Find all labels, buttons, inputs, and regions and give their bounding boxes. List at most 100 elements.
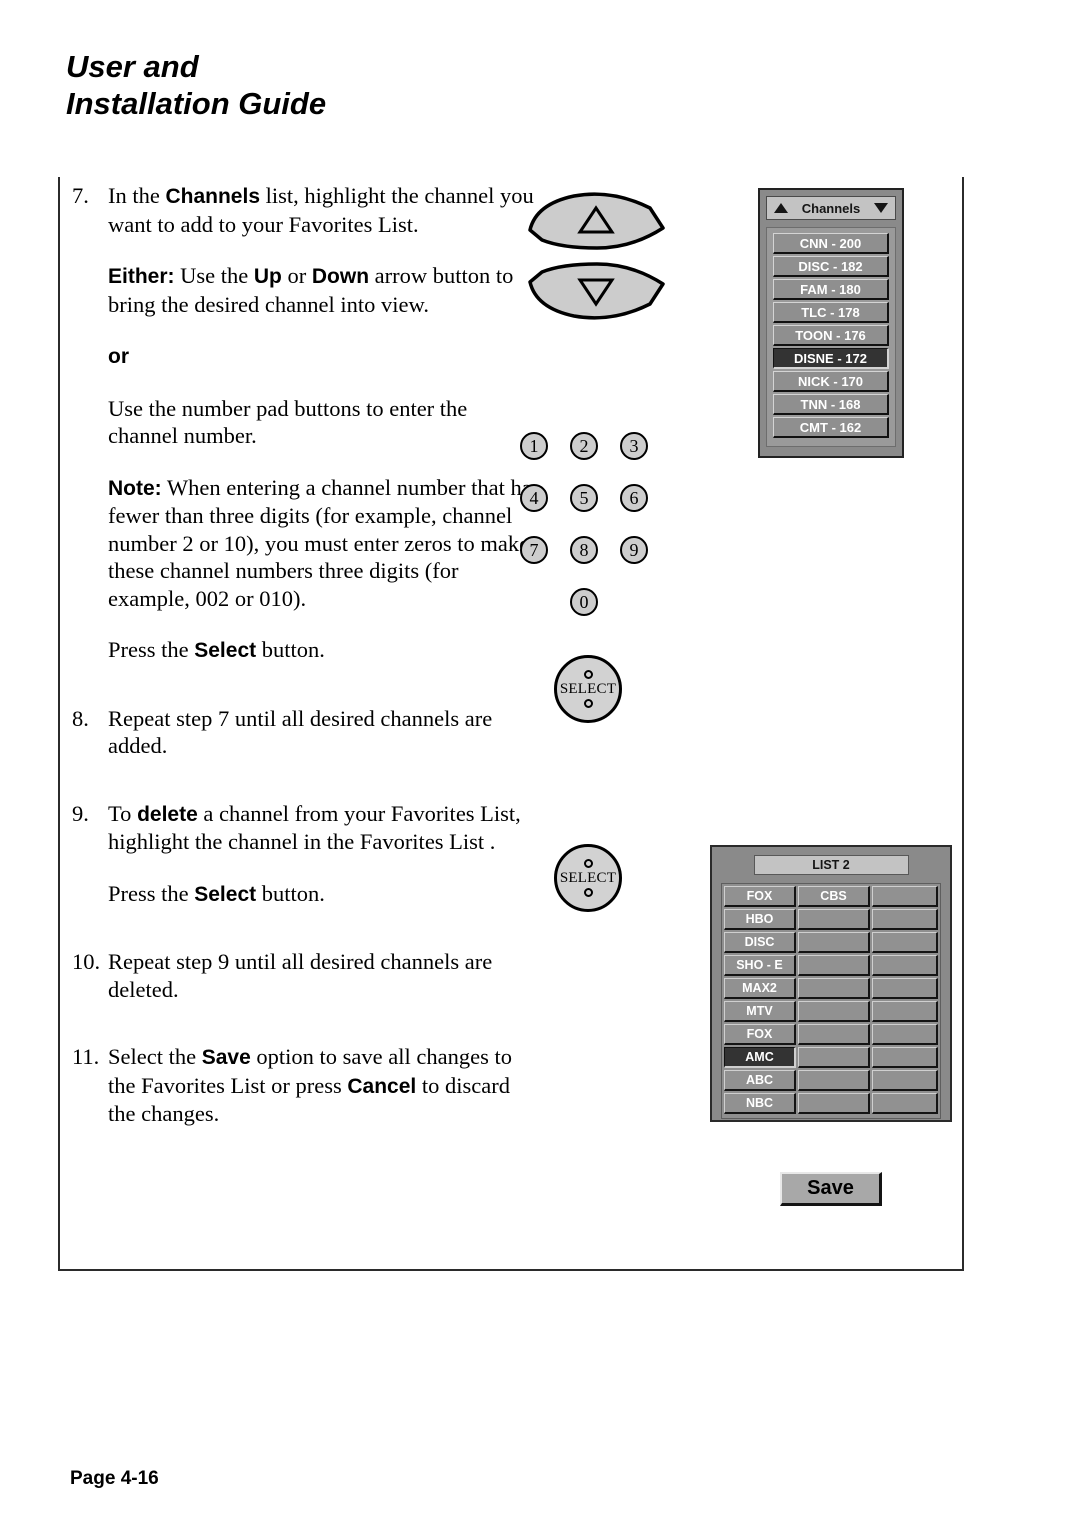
emphasized-term: Up	[253, 265, 282, 288]
emphasized-term: Down	[311, 265, 370, 288]
channel-list-item[interactable]: TOON - 176	[773, 325, 889, 346]
body-text: Repeat step 7 until all desired channels…	[108, 705, 493, 759]
favorites-empty-cell[interactable]	[872, 886, 938, 907]
numpad-row: 456	[520, 484, 670, 512]
numpad-key-9[interactable]: 9	[620, 536, 648, 564]
channel-list-item[interactable]: TNN - 168	[773, 394, 889, 415]
step-8: 8. Repeat step 7 until all desired channe…	[72, 705, 542, 760]
numpad-key-7[interactable]: 7	[520, 536, 548, 564]
favorites-empty-cell[interactable]	[798, 932, 870, 953]
favorites-channel-cell[interactable]: FOX	[724, 886, 796, 907]
step-text: Repeat step 9 until all desired channels…	[108, 948, 542, 1003]
favorites-row: FOX	[724, 1024, 938, 1045]
channel-list-item[interactable]: CNN - 200	[773, 233, 889, 254]
favorites-empty-cell[interactable]	[872, 909, 938, 930]
emphasized-term: delete	[137, 802, 198, 826]
instruction-steps-list: 7. In the Channels list, highlight the ch…	[72, 182, 542, 1168]
step-text: Repeat step 7 until all desired channels…	[108, 705, 542, 760]
select-button-dot-top	[583, 859, 593, 868]
favorites-empty-cell[interactable]: CBS	[798, 886, 870, 907]
emphasized-term: Cancel	[347, 1074, 417, 1098]
favorites-empty-cell[interactable]	[872, 932, 938, 953]
save-button[interactable]: Save	[780, 1172, 882, 1206]
favorites-empty-cell[interactable]	[798, 1093, 870, 1114]
favorites-empty-cell[interactable]	[798, 955, 870, 976]
step-number	[72, 880, 108, 909]
favorites-list-grid: FOX CBS HBO DISC SHO - E MAX2 MTV FOX AMC ABC NBC	[721, 883, 941, 1119]
up-down-arrow-buttons[interactable]	[522, 190, 672, 322]
body-text: button.	[256, 637, 325, 662]
favorites-empty-cell[interactable]	[872, 955, 938, 976]
favorites-row: FOX CBS	[724, 886, 938, 907]
scroll-up-icon[interactable]	[774, 203, 788, 213]
select-button-label: SELECT	[559, 870, 617, 886]
favorites-empty-cell[interactable]	[798, 909, 870, 930]
step-number: 8.	[72, 705, 89, 731]
numpad-key-3[interactable]: 3	[620, 432, 648, 460]
channel-list-item[interactable]: TLC - 178	[773, 302, 889, 323]
step-text: In the Channels list, highlight the chan…	[108, 182, 542, 238]
select-button-primary[interactable]: SELECT	[554, 655, 622, 723]
numpad-key-1[interactable]: 1	[520, 432, 548, 460]
document-title: User and Installation Guide	[66, 48, 326, 122]
favorites-empty-cell[interactable]	[872, 1047, 938, 1068]
emphasized-term: Select	[194, 639, 257, 662]
step-7: 7. In the Channels list, highlight the ch…	[72, 182, 542, 238]
channel-list-item[interactable]: FAM - 180	[773, 279, 889, 300]
favorites-empty-cell[interactable]	[798, 1070, 870, 1091]
numpad-row: 123	[520, 432, 670, 460]
step-number: 10.	[72, 949, 101, 974]
favorites-channel-cell[interactable]: AMC	[724, 1047, 796, 1068]
channel-list-item[interactable]: CMT - 162	[773, 417, 889, 438]
channel-list-item[interactable]: NICK - 170	[773, 371, 889, 392]
favorites-channel-cell[interactable]: ABC	[724, 1070, 796, 1091]
body-text: Press the	[108, 880, 195, 906]
favorites-empty-cell[interactable]	[872, 978, 938, 999]
favorites-channel-cell[interactable]: MAX2	[724, 978, 796, 999]
body-text: When entering a channel number that has …	[108, 474, 541, 611]
numpad-key-4[interactable]: 4	[520, 484, 548, 512]
favorites-empty-cell[interactable]	[872, 1001, 938, 1022]
emphasized-term: Save	[201, 1046, 251, 1069]
body-text: In the	[108, 183, 166, 208]
scroll-down-icon[interactable]	[873, 203, 888, 213]
emphasized-term: Note:	[108, 476, 162, 500]
favorites-empty-cell[interactable]	[872, 1070, 938, 1091]
body-text: Use the number pad buttons to enter the …	[108, 395, 468, 449]
favorites-channel-cell[interactable]: HBO	[724, 909, 796, 930]
favorites-empty-cell[interactable]	[798, 1047, 870, 1068]
favorites-empty-cell[interactable]	[872, 1024, 938, 1045]
select-button-dot-bottom	[583, 699, 593, 708]
favorites-empty-cell[interactable]	[798, 978, 870, 999]
favorites-empty-cell[interactable]	[872, 1093, 938, 1114]
favorites-empty-cell[interactable]	[798, 1024, 870, 1045]
favorites-channel-cell[interactable]: DISC	[724, 932, 796, 953]
channels-panel-header: Channels	[766, 196, 896, 220]
emphasized-term: Select	[194, 882, 257, 906]
favorites-row: AMC	[724, 1047, 938, 1068]
numpad-key-2[interactable]: 2	[570, 432, 598, 460]
step-paragraph: Press the Select button.	[72, 880, 542, 909]
numpad-key-0[interactable]: 0	[570, 588, 598, 616]
step-paragraph: Note: When entering a channel number tha…	[72, 474, 542, 613]
favorites-channel-cell[interactable]: SHO - E	[724, 955, 796, 976]
channel-list-item[interactable]: DISNE - 172	[773, 348, 889, 369]
numpad-key-5[interactable]: 5	[570, 484, 598, 512]
favorites-empty-cell[interactable]	[798, 1001, 870, 1022]
step-paragraph: Press the Select button.	[72, 636, 542, 665]
favorites-channel-cell[interactable]: FOX	[724, 1024, 796, 1045]
number-pad[interactable]: 123 456 7890	[520, 432, 670, 616]
document-title-line-1: User and	[66, 49, 199, 84]
channel-list-item[interactable]: DISC - 182	[773, 256, 889, 277]
favorites-channel-cell[interactable]: MTV	[724, 1001, 796, 1022]
favorites-channel-cell[interactable]: NBC	[724, 1093, 796, 1114]
numpad-key-6[interactable]: 6	[620, 484, 648, 512]
numpad-row: 0	[520, 588, 670, 616]
select-button-secondary[interactable]: SELECT	[554, 844, 622, 912]
step-text: Press the Select button.	[108, 880, 542, 909]
numpad-key-8[interactable]: 8	[570, 536, 598, 564]
